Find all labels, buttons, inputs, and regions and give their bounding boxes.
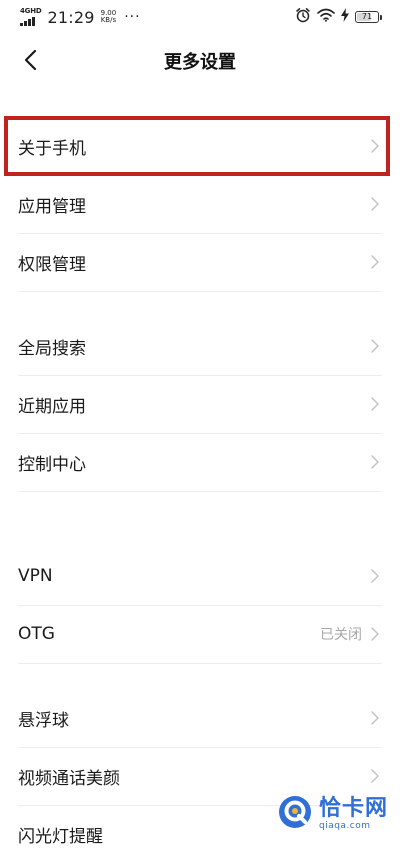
status-bar-right: 71 [295,7,382,27]
divider [18,663,382,664]
permission-management-label: 权限管理 [18,254,86,275]
status-bar: 4GHD 21:29 9.00 KB/s ··· 71 [0,0,400,34]
about-phone-label: 关于手机 [18,138,86,159]
network-type: 4G [20,7,31,15]
app-management-item[interactable]: 应用管理 [0,175,400,233]
chevron-right-icon [370,710,380,726]
wifi-icon [317,8,335,26]
chevron-right-icon [370,396,380,412]
chevron-right-icon [370,138,380,154]
recent-apps-item[interactable]: 近期应用 [0,375,400,433]
watermark-logo-icon [277,794,313,834]
floating-ball-item[interactable]: 悬浮球 [0,689,400,747]
header: 更多设置 [0,34,400,88]
otg-label: OTG [18,624,55,644]
divider [18,491,382,492]
watermark-name: 恰卡网 [318,795,388,821]
recent-apps-label: 近期应用 [18,396,86,417]
otg-status: 已关闭 [320,627,362,643]
chevron-right-icon [370,196,380,212]
chevron-right-icon [370,626,380,642]
video-call-beauty-label: 视频通话美颜 [18,768,120,789]
chevron-right-icon [370,568,380,584]
global-search-item[interactable]: 全局搜索 [0,317,400,375]
chevron-right-icon [370,254,380,270]
charging-icon [341,8,349,26]
network-speed-unit: KB/s [100,16,117,24]
alarm-icon [295,7,311,27]
back-button[interactable] [12,42,48,78]
chevron-right-icon [370,768,380,784]
status-time: 21:29 [47,7,95,27]
watermark: 恰卡网 qiaqa.com [277,794,388,834]
watermark-url: qiaqa.com [318,820,371,831]
chevron-right-icon [370,454,380,470]
divider [18,291,382,292]
more-notifications-icon: ··· [124,9,141,25]
network-speed: 9.00 KB/s [101,10,117,24]
chevron-right-icon [370,338,380,354]
otg-item[interactable]: OTG 已关闭 [0,605,400,663]
permission-management-item[interactable]: 权限管理 [0,233,400,291]
signal-strength-icon [20,16,35,26]
vpn-label: VPN [18,566,53,586]
global-search-label: 全局搜索 [18,338,86,359]
about-phone-item[interactable]: 关于手机 [0,117,400,175]
app-management-label: 应用管理 [18,196,86,217]
floating-ball-label: 悬浮球 [18,710,69,731]
back-arrow-icon [24,49,37,71]
battery-icon: 71 [355,11,382,23]
network-indicator: 4GHD [20,8,42,26]
control-center-label: 控制中心 [18,454,86,475]
battery-level: 71 [361,12,373,21]
vpn-item[interactable]: VPN [0,547,400,605]
network-hd: HD [30,7,42,15]
status-bar-left: 4GHD 21:29 9.00 KB/s ··· [20,8,141,27]
control-center-item[interactable]: 控制中心 [0,433,400,491]
page-title: 更多设置 [164,52,236,73]
